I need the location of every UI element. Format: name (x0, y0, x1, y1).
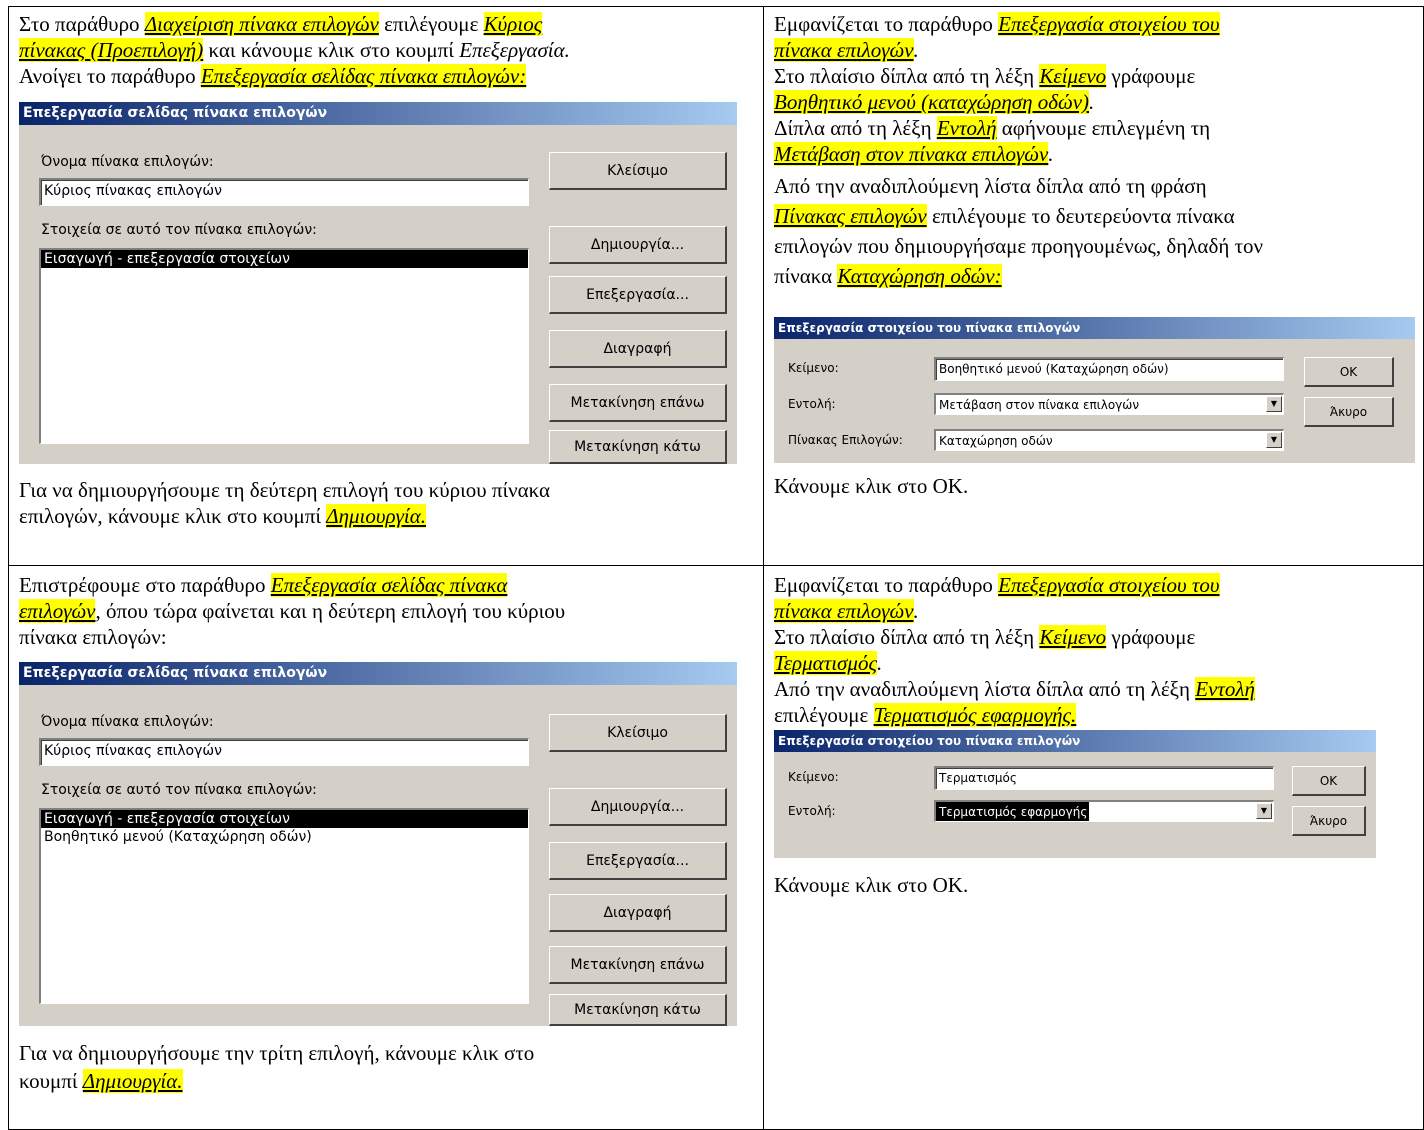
switchboard-name-label: Όνομα πίνακα επιλογών: (41, 714, 214, 730)
paragraph: Βοηθητικό μενού (καταχώρηση οδών). (774, 90, 1095, 114)
text-input[interactable]: Τερματισμός (934, 766, 1274, 790)
paragraph: Στο πλαίσιο δίπλα από τη λέξη Κείμενο γρ… (774, 625, 1196, 649)
move-up-button[interactable]: Μετακίνηση επάνω (549, 384, 727, 422)
paragraph: Ανοίγει το παράθυρο Επεξεργασία σελίδας … (19, 64, 527, 88)
paragraph: Εμφανίζεται το παράθυρο Επεξεργασία στοι… (774, 573, 1220, 597)
command-label: Εντολή: (788, 804, 836, 818)
paragraph: Εμφανίζεται το παράθυρο Επεξεργασία στοι… (774, 12, 1220, 36)
dialog-title: Επεξεργασία στοιχείου του πίνακα επιλογώ… (774, 317, 1415, 339)
new-button[interactable]: Δημιουργία... (549, 788, 727, 826)
close-button[interactable]: Κλείσιμο (549, 152, 727, 190)
paragraph: κουμπί Δημιουργία. (19, 1069, 183, 1093)
switchboard-page-dialog: Επεξεργασία σελίδας πίνακα επιλογών Όνομ… (19, 662, 737, 1026)
command-select-value: Τερματισμός εφαρμογής (936, 802, 1090, 821)
edit-button[interactable]: Επεξεργασία... (549, 842, 727, 880)
dropdown-arrow-icon[interactable]: ▼ (1256, 803, 1272, 819)
table-cell-bottom-right: Εμφανίζεται το παράθυρο Επεξεργασία στοι… (763, 565, 1424, 1130)
switchboard-select[interactable]: Καταχώρηση οδών ▼ (934, 429, 1284, 451)
command-select[interactable]: Μετάβαση στον πίνακα επιλογών ▼ (934, 393, 1284, 415)
items-label: Στοιχεία σε αυτό τον πίνακα επιλογών: (41, 782, 317, 798)
table-cell-top-right: Εμφανίζεται το παράθυρο Επεξεργασία στοι… (763, 6, 1424, 566)
table-cell-top-left: Στο παράθυρο Διαχείριση πίνακα επιλογών … (8, 6, 764, 566)
paragraph: Για να δημιουργήσουμε τη δεύτερη επιλογή… (19, 478, 551, 502)
paragraph: Κάνουμε κλικ στο OK. (774, 474, 969, 498)
switchboard-page-dialog: Επεξεργασία σελίδας πίνακα επιλογών Όνομ… (19, 102, 737, 464)
switchboard-item-dialog: Επεξεργασία στοιχείου του πίνακα επιλογώ… (774, 317, 1415, 463)
paragraph: επιλογών, κάνουμε κλικ στο κουμπί Δημιου… (19, 504, 426, 528)
switchboard-label: Πίνακας Επιλογών: (788, 433, 903, 447)
delete-button[interactable]: Διαγραφή (549, 894, 727, 932)
paragraph: επιλογών, όπου τώρα φαίνεται και η δεύτε… (19, 599, 566, 623)
cancel-button[interactable]: Άκυρο (1292, 806, 1366, 836)
switchboard-name-input[interactable]: Κύριος πίνακας επιλογών (39, 178, 529, 206)
paragraph: πίνακα Καταχώρηση οδών: (774, 264, 1002, 288)
paragraph: Από την αναδιπλούμενη λίστα δίπλα από τη… (774, 174, 1207, 198)
paragraph: επιλογών που δημιουργήσαμε προηγουμένως,… (774, 234, 1263, 258)
new-button[interactable]: Δημιουργία... (549, 226, 727, 264)
delete-button[interactable]: Διαγραφή (549, 330, 727, 368)
ok-button[interactable]: OK (1292, 766, 1366, 796)
table-cell-bottom-left: Επιστρέφουμε στο παράθυρο Επεξεργασία σε… (8, 565, 764, 1130)
items-list[interactable]: Εισαγωγή - επεξεργασία στοιχείων (39, 248, 529, 444)
paragraph: Επιστρέφουμε στο παράθυρο Επεξεργασία σε… (19, 573, 508, 597)
edit-button[interactable]: Επεξεργασία... (549, 276, 727, 314)
dialog-title: Επεξεργασία στοιχείου του πίνακα επιλογώ… (774, 730, 1376, 752)
paragraph: Δίπλα από τη λέξη Εντολή αφήνουμε επιλεγ… (774, 116, 1211, 140)
ok-button[interactable]: OK (1304, 357, 1394, 387)
paragraph: Κάνουμε κλικ στο OK. (774, 873, 969, 897)
text-input[interactable]: Βοηθητικό μενού (Καταχώρηση οδών) (934, 357, 1284, 381)
move-down-button[interactable]: Μετακίνηση κάτω (549, 430, 727, 464)
cancel-button[interactable]: Άκυρο (1304, 397, 1394, 427)
items-list[interactable]: Εισαγωγή - επεξεργασία στοιχείων Βοηθητι… (39, 808, 529, 1004)
dropdown-arrow-icon[interactable]: ▼ (1266, 432, 1282, 448)
paragraph: πίνακας (Προεπιλογή) και κάνουμε κλικ στ… (19, 38, 570, 62)
paragraph: Για να δημιουργήσουμε την τρίτη επιλογή,… (19, 1041, 535, 1065)
move-up-button[interactable]: Μετακίνηση επάνω (549, 946, 727, 984)
dialog-title: Επεξεργασία σελίδας πίνακα επιλογών (19, 662, 737, 685)
items-label: Στοιχεία σε αυτό τον πίνακα επιλογών: (41, 222, 317, 238)
switchboard-name-label: Όνομα πίνακα επιλογών: (41, 154, 214, 170)
switchboard-select-value: Καταχώρηση οδών (939, 434, 1053, 448)
paragraph: Τερματισμός. (774, 651, 883, 675)
document-page: Στο παράθυρο Διαχείριση πίνακα επιλογών … (0, 0, 1424, 1130)
text-label: Κείμενο: (788, 770, 839, 784)
move-down-button[interactable]: Μετακίνηση κάτω (549, 994, 727, 1026)
paragraph: Στο πλαίσιο δίπλα από τη λέξη Κείμενο γρ… (774, 64, 1196, 88)
paragraph: Από την αναδιπλούμενη λίστα δίπλα από τη… (774, 677, 1255, 701)
paragraph: Μετάβαση στον πίνακα επιλογών. (774, 142, 1054, 166)
paragraph: επιλέγουμε Τερματισμός εφαρμογής. (774, 703, 1077, 727)
close-button[interactable]: Κλείσιμο (549, 714, 727, 752)
dropdown-arrow-icon[interactable]: ▼ (1266, 396, 1282, 412)
switchboard-item-dialog: Επεξεργασία στοιχείου του πίνακα επιλογώ… (774, 730, 1376, 858)
command-select-value: Μετάβαση στον πίνακα επιλογών (939, 398, 1140, 412)
paragraph: Στο παράθυρο Διαχείριση πίνακα επιλογών … (19, 12, 543, 36)
switchboard-name-input[interactable]: Κύριος πίνακας επιλογών (39, 738, 529, 766)
text-label: Κείμενο: (788, 361, 839, 375)
list-item[interactable]: Βοηθητικό μενού (Καταχώρηση οδών) (41, 828, 528, 846)
list-item[interactable]: Εισαγωγή - επεξεργασία στοιχείων (41, 810, 528, 828)
paragraph: πίνακα επιλογών: (19, 625, 167, 649)
dialog-title: Επεξεργασία σελίδας πίνακα επιλογών (19, 102, 737, 125)
command-label: Εντολή: (788, 397, 836, 411)
command-select[interactable]: Τερματισμός εφαρμογής ▼ (934, 800, 1274, 822)
list-item[interactable]: Εισαγωγή - επεξεργασία στοιχείων (41, 250, 528, 268)
paragraph: Πίνακας επιλογών επιλέγουμε το δευτερεύο… (774, 204, 1235, 228)
paragraph: πίνακα επιλογών. (774, 599, 919, 623)
paragraph: πίνακα επιλογών. (774, 38, 919, 62)
